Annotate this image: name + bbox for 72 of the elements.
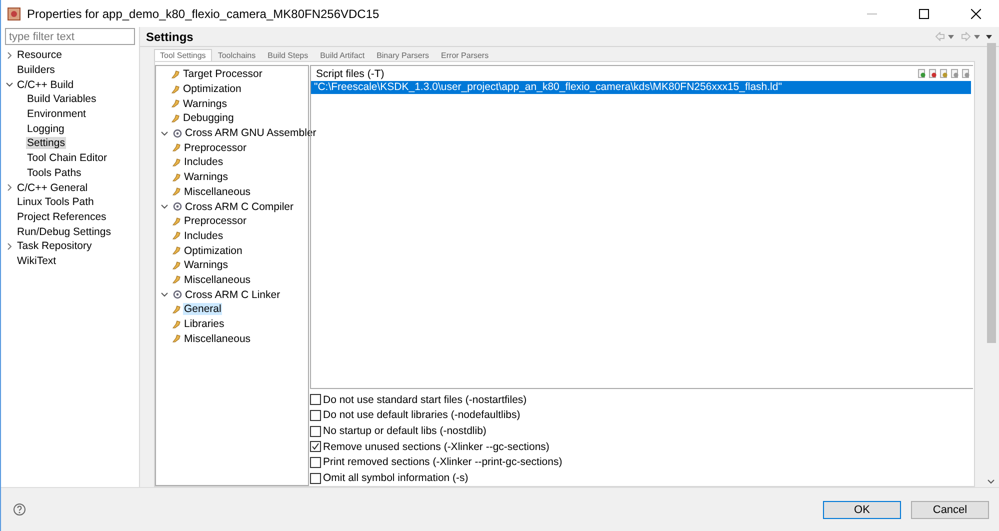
tool-tree-item[interactable]: Warnings [183,171,229,184]
nav-tree-item[interactable]: Build Variables [26,93,98,106]
tool-tree-item[interactable]: Libraries [183,318,226,330]
filter-field[interactable]: type filter text [5,28,135,45]
checkbox-label[interactable]: Do not use standard start files (-nostartfiles) [323,394,527,406]
close-icon[interactable] [971,8,981,18]
nav-tree-item[interactable]: Builders [16,64,56,76]
edit-file-icon[interactable] [940,69,948,78]
nav-tree-item[interactable]: Resource [16,49,63,62]
delete-file-icon[interactable] [929,69,937,78]
checkbox-label[interactable]: Omit all symbol information (-s) [323,472,468,484]
caret-icon[interactable] [5,50,14,60]
caret-icon[interactable] [5,242,14,251]
tool-tree-item[interactable]: Optimization [183,244,244,257]
tool-tree-item[interactable]: Miscellaneous [183,274,252,286]
nav-tree-item[interactable]: Project References [16,210,108,223]
caret-icon[interactable] [5,80,14,90]
checkbox[interactable] [310,456,321,468]
maximize-icon[interactable] [919,8,929,18]
help-icon[interactable] [13,503,26,516]
caret-icon[interactable] [160,290,169,300]
nav-tree-item[interactable]: Linux Tools Path [16,196,95,208]
tool-tree-item[interactable]: Optimization [182,83,242,96]
tool-tree-item[interactable]: Warnings [183,259,229,272]
nav-tree-item[interactable]: Run/Debug Settings [16,226,112,238]
navigation-arrows-icon[interactable] [935,32,993,41]
dialog-button[interactable]: Cancel [911,500,989,518]
checkbox-label[interactable]: Do not use default libraries (-nodefaultlibs) [323,409,520,422]
settings-tab[interactable]: Tool Settings [154,49,212,61]
gear-icon [173,290,182,300]
checkbox-label[interactable]: Remove unused sections (-Xlinker --gc-sections) [323,440,550,453]
checkbox[interactable] [310,394,321,406]
checkbox-label[interactable]: Print removed sections (-Xlinker --print-gc-sections) [323,456,562,468]
add-file-icon[interactable] [918,69,926,78]
tool-tree-item[interactable]: Cross ARM C Compiler [184,200,295,213]
tool-tree-item[interactable]: Cross ARM GNU Assembler [184,127,318,140]
tool-tree-item[interactable]: Miscellaneous [183,332,252,345]
dialog-button[interactable]: OK [823,500,901,518]
caret-icon[interactable] [5,183,14,192]
checkbox[interactable] [310,472,321,484]
tool-tree-item[interactable]: Preprocessor [183,215,248,228]
caret-icon[interactable] [160,128,169,138]
nav-tree-item[interactable]: C/C++ Build [16,78,75,91]
tool-tree-item[interactable]: Target Processor [182,68,264,80]
page-title: Settings [146,30,194,44]
gear-icon [173,202,182,212]
nav-tree-item[interactable]: Task Repository [16,240,93,252]
tool-tree-item[interactable]: Includes [183,156,224,168]
checkbox[interactable] [310,441,321,452]
nav-tree-item[interactable]: C/C++ General [16,182,89,194]
nav-tree-item[interactable]: Settings [26,137,66,150]
script-file-item[interactable]: "C:\Freescale\KSDK_1.3.0\user_project\app_an_k80_flexio_camera\kds\MK80FN256xxx15_flash.ld" [311,81,971,94]
list-label: Script files (-T) [316,68,384,80]
tool-tree-item[interactable]: Includes [183,230,224,242]
tool-tree-item[interactable]: General [183,303,222,316]
nav-tree-item[interactable]: Logging [26,122,66,135]
nav-tree-item[interactable]: WikiText [16,254,58,267]
tool-tree-item[interactable]: Cross ARM C Linker [184,288,282,301]
gear-icon [173,128,182,138]
nav-tree-item[interactable]: Environment [26,108,87,120]
nav-tree-item[interactable]: Tools Paths [26,166,82,179]
tool-tree-item[interactable]: Miscellaneous [183,186,252,198]
tool-tree-item[interactable]: Debugging [182,112,235,124]
nav-tree-item[interactable]: Tool Chain Editor [26,152,108,164]
caret-icon[interactable] [160,202,169,212]
tool-tree-item[interactable]: Preprocessor [183,142,248,154]
tool-tree-item[interactable]: Warnings [182,98,228,110]
checkbox[interactable] [310,426,321,437]
app-icon [7,6,21,20]
checkbox[interactable] [310,410,321,421]
window-title: Properties for app_demo_k80_flexio_camera_MK80FN256VDC15 [27,6,380,20]
checkbox-label[interactable]: No startup or default libs (-nostdlib) [323,425,486,438]
